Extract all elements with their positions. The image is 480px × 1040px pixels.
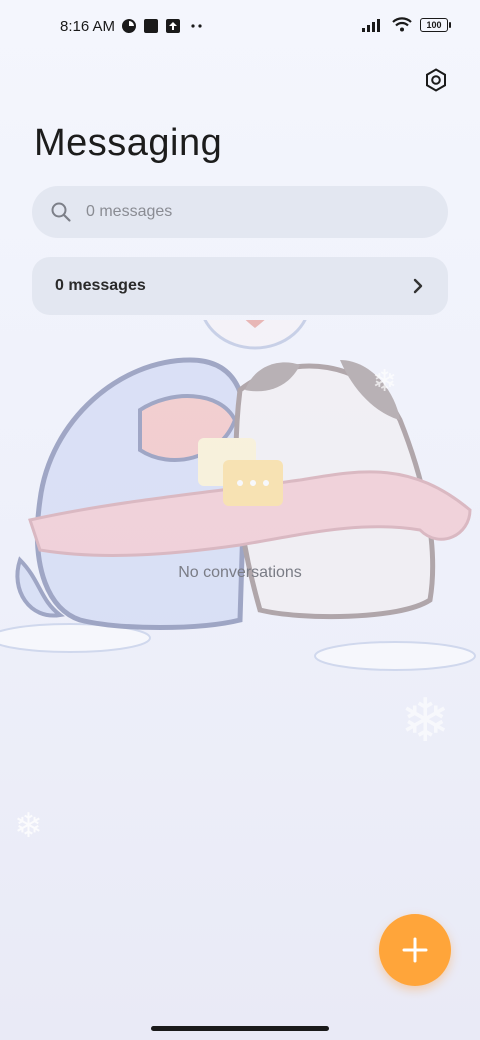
snowflake-icon: ❄ (14, 807, 43, 845)
search-input[interactable] (84, 202, 408, 222)
wifi-icon (392, 17, 412, 32)
messages-row[interactable]: 0 messages (32, 257, 448, 315)
battery-icon: 100 (420, 17, 451, 32)
upload-icon (166, 19, 180, 33)
status-right: 100 (362, 17, 451, 32)
app-icon (122, 19, 136, 33)
snowflake-icon: ❄ (372, 365, 398, 398)
new-conversation-button[interactable] (379, 914, 451, 986)
signal-icon (362, 18, 380, 32)
settings-icon (426, 68, 446, 92)
chevron-right-icon (413, 278, 423, 294)
page-title: Messaging (34, 122, 223, 164)
empty-state-text: No conversations (178, 564, 302, 581)
messages-row-label: 0 messages (55, 277, 146, 294)
home-indicator[interactable] (151, 1026, 329, 1031)
plus-icon (402, 937, 428, 963)
search-icon (51, 202, 71, 222)
status-time: 8:16 AM (60, 18, 116, 35)
snowflake-icon: ❄ (400, 687, 451, 754)
background-illustration (0, 320, 476, 671)
status-bar: 8:16 AM 100 (0, 0, 480, 56)
settings-button[interactable] (420, 64, 452, 96)
square-icon (144, 19, 158, 33)
more-dots-icon (191, 24, 202, 28)
search-bar[interactable] (32, 186, 448, 238)
